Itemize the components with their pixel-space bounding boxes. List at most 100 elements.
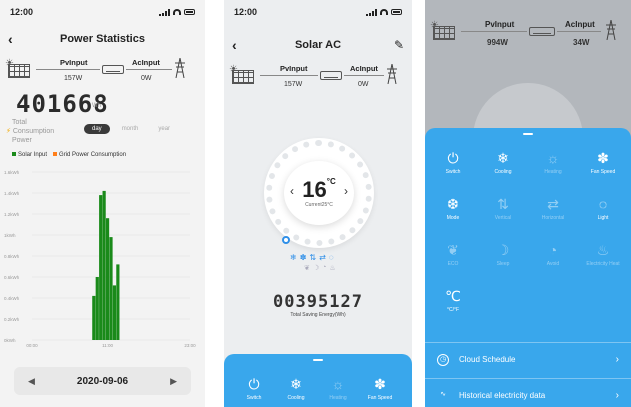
control-tile-fan-speed[interactable]: ✽ Fan Speed bbox=[578, 150, 628, 175]
clock-icon: ◷ bbox=[437, 353, 449, 366]
status-bar: 12:00 bbox=[10, 6, 195, 18]
current-temperature: Current25°C bbox=[305, 202, 333, 208]
label-line-3: Power bbox=[12, 137, 32, 144]
bolt-icon: ⚡ bbox=[6, 128, 11, 135]
dial-knob[interactable] bbox=[282, 236, 290, 244]
fan-icon: ✽ bbox=[299, 253, 307, 262]
vertical-swing-icon: ⇅ bbox=[497, 196, 509, 212]
increase-temp-icon[interactable]: › bbox=[344, 184, 348, 198]
drag-handle[interactable] bbox=[313, 359, 323, 361]
ac-input-label: AcInput bbox=[350, 64, 378, 73]
pv-input-value: 994W bbox=[487, 38, 508, 47]
control-tile-fan-speed[interactable]: ✽ Fan Speed bbox=[355, 376, 405, 401]
x-tick-label: 11:00 bbox=[102, 343, 113, 348]
date-selector: ◀ 2020-09-06 ▶ bbox=[14, 367, 191, 395]
status-bar: 12:00 bbox=[234, 6, 402, 18]
tile-label: °C/°F bbox=[446, 307, 460, 313]
control-tile-horizontal[interactable]: ⇄ Horizontal bbox=[528, 196, 578, 221]
y-tick-label: 1.2kWh bbox=[4, 212, 20, 217]
legend-label: Grid Power Consumption bbox=[59, 152, 127, 158]
tile-label: Switch bbox=[445, 169, 461, 175]
y-tick-label: 0.2kWh bbox=[4, 317, 20, 322]
next-date-icon[interactable]: ▶ bbox=[170, 376, 177, 387]
y-tick-label: 0.6kWh bbox=[4, 275, 20, 280]
power-flow: ☀ PvInput 994W AcInput 34W bbox=[430, 20, 623, 54]
total-saving-energy-value: 00395127 bbox=[273, 292, 363, 312]
wifi-icon bbox=[380, 9, 388, 15]
chart-bar bbox=[105, 218, 110, 340]
flow-line bbox=[36, 69, 100, 70]
control-tile-avoid[interactable]: ◔ Avoid bbox=[528, 242, 578, 267]
vertical-swing-icon: ⇅ bbox=[309, 253, 317, 262]
tile-label: Electricity Heat bbox=[586, 261, 620, 267]
control-tile-light[interactable]: ◌ Light bbox=[578, 196, 628, 221]
battery-icon bbox=[184, 9, 195, 15]
pv-input-value: 157W bbox=[64, 75, 83, 82]
celsius-icon: ℃ bbox=[445, 288, 461, 304]
label-line-1: Total bbox=[12, 119, 27, 126]
control-tile-heating[interactable]: ☼ Heating bbox=[528, 150, 578, 175]
control-tile-mode[interactable]: ❆ Mode bbox=[428, 196, 478, 221]
tile-label: ECO bbox=[447, 261, 459, 267]
status-icons bbox=[366, 8, 402, 16]
chevron-right-icon: › bbox=[615, 390, 619, 401]
status-time: 12:00 bbox=[10, 7, 34, 17]
chart-bar bbox=[92, 295, 96, 340]
flow-line bbox=[260, 75, 318, 76]
chart-bar bbox=[116, 264, 120, 340]
control-tile-electricity-heat[interactable]: ♨ Electricity Heat bbox=[578, 242, 628, 267]
solar-panel-icon bbox=[433, 26, 455, 40]
nav-bar: ‹ Solar AC ✎ bbox=[232, 36, 404, 54]
tab-month[interactable]: month bbox=[114, 124, 147, 134]
control-tile-sleep[interactable]: ☽ Sleep bbox=[478, 242, 528, 267]
control-tile-c-f[interactable]: ℃ °C/°F bbox=[428, 288, 478, 313]
drag-handle[interactable] bbox=[523, 133, 533, 135]
signal-icon bbox=[159, 8, 170, 16]
active-mode-icons: ❄ ✽ ⇅ ⇄ ◌ bbox=[290, 253, 334, 262]
tile-label: Light bbox=[597, 215, 609, 221]
tab-year[interactable]: year bbox=[150, 124, 178, 134]
legend-item-solar: Solar Input bbox=[12, 152, 47, 158]
chart-bar bbox=[95, 277, 99, 340]
ac-unit-icon bbox=[529, 27, 555, 36]
ac-unit-icon bbox=[102, 65, 124, 74]
tile-label: Cooling bbox=[494, 169, 512, 175]
total-consumption-unit: Wh bbox=[92, 103, 101, 109]
horizontal-swing-icon: ⇄ bbox=[319, 253, 326, 262]
control-tile-cooling[interactable]: ❄ Cooling bbox=[478, 150, 528, 175]
cloud-schedule-row[interactable]: ◷ Cloud Schedule › bbox=[425, 342, 631, 376]
expanded-controls-screen: ☀ PvInput 994W AcInput 34W ⏻ Switch ❄ Cooli… bbox=[425, 0, 631, 407]
x-tick-label: 23:00 bbox=[184, 343, 196, 348]
row-label: Historical electricity data bbox=[459, 391, 546, 400]
status-time: 12:00 bbox=[234, 7, 258, 17]
tile-label: Sleep bbox=[496, 261, 510, 267]
back-icon[interactable]: ‹ bbox=[8, 31, 13, 47]
avoid-icon: ◔ bbox=[322, 264, 327, 271]
chart-bar bbox=[99, 195, 103, 340]
back-icon[interactable]: ‹ bbox=[232, 37, 237, 53]
chart-legend: Solar Input Grid Power Consumption bbox=[12, 152, 126, 158]
x-tick-label: 00:00 bbox=[26, 343, 38, 348]
historical-electricity-row[interactable]: ∿ Historical electricity data › bbox=[425, 378, 631, 407]
snowflake-icon: ❄ bbox=[497, 150, 509, 166]
set-temp-value: 16 bbox=[302, 177, 327, 202]
wifi-icon bbox=[173, 9, 181, 15]
tab-day[interactable]: day bbox=[84, 124, 110, 134]
total-consumption-label: Total ⚡ Consumption Power bbox=[6, 118, 66, 145]
prev-date-icon[interactable]: ◀ bbox=[28, 376, 35, 387]
temperature-dial[interactable]: ‹ 16°C Current25°C › bbox=[264, 138, 374, 248]
chart-bar bbox=[102, 190, 106, 340]
page-title: Solar AC bbox=[294, 39, 342, 51]
control-tile-switch[interactable]: ⏻ Switch bbox=[428, 150, 478, 175]
tile-label: Fan Speed bbox=[590, 169, 616, 175]
legend-item-grid: Grid Power Consumption bbox=[53, 152, 126, 158]
temp-unit: °C bbox=[326, 177, 336, 186]
control-tile-vertical[interactable]: ⇅ Vertical bbox=[478, 196, 528, 221]
y-tick-label: 0.8kWh bbox=[4, 254, 20, 259]
control-tile-eco[interactable]: ❦ ECO bbox=[428, 242, 478, 267]
ac-input-label: AcInput bbox=[565, 20, 595, 29]
legend-swatch bbox=[12, 152, 16, 157]
heat-icon: ♨ bbox=[596, 242, 610, 258]
edit-icon[interactable]: ✎ bbox=[394, 38, 404, 52]
power-flow: ☀ PvInput 157W AcInput 0W bbox=[5, 58, 197, 92]
